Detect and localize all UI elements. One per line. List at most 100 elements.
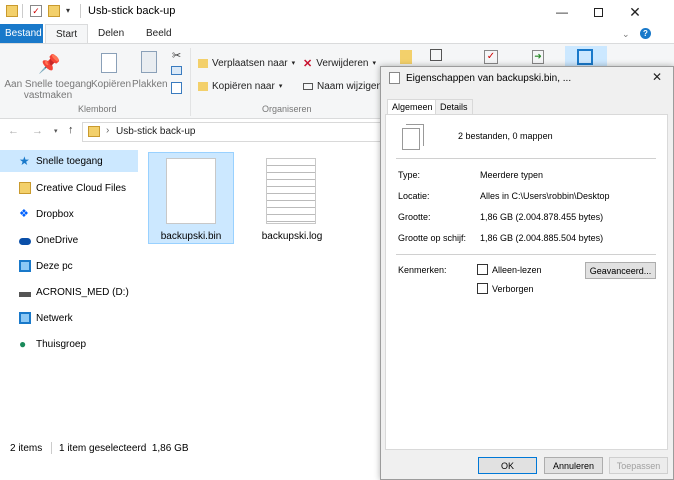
pin-icon: 📌: [38, 54, 61, 74]
sidebar-item-label: Netwerk: [36, 312, 73, 324]
sidebar-item-acronis[interactable]: ACRONIS_MED (D:): [0, 281, 138, 303]
up-icon[interactable]: ↑: [68, 124, 74, 136]
divider: [396, 158, 656, 159]
size-label: Grootte:: [398, 212, 431, 222]
paste-button[interactable]: Plakken: [132, 79, 168, 90]
files-icon: [389, 72, 400, 84]
drive-icon: [19, 291, 31, 297]
file-name: backupski.bin: [160, 231, 222, 242]
copy-button[interactable]: Kopiëren: [91, 79, 131, 90]
copy-to-button[interactable]: Kopiëren naar ▾: [198, 78, 282, 94]
sidebar-item-deze-pc[interactable]: Deze pc: [0, 255, 138, 277]
sidebar-item-label: Dropbox: [36, 208, 74, 220]
divider: [396, 254, 656, 255]
tab-beeld[interactable]: Beeld: [136, 24, 182, 44]
folder-icon: [198, 58, 208, 68]
apply-button[interactable]: Toepassen: [609, 457, 668, 474]
forward-icon[interactable]: →: [32, 125, 43, 137]
copy-path-icon[interactable]: [171, 66, 182, 75]
separator: [80, 4, 81, 18]
close-button[interactable]: ✕: [617, 0, 653, 24]
tab-start[interactable]: Start: [45, 24, 89, 44]
creative-cloud-icon: [19, 182, 31, 194]
selection-info: 1 item geselecteerd 1,86 GB: [59, 443, 189, 454]
dialog-close-icon[interactable]: ✕: [652, 70, 662, 84]
separator: [190, 48, 191, 116]
status-bar: [0, 438, 380, 460]
readonly-label: Alleen-lezen: [492, 265, 542, 275]
file-icon: [166, 158, 216, 224]
copy-icon: [101, 53, 117, 73]
sidebar-item-dropbox[interactable]: ❖ Dropbox: [0, 203, 138, 225]
delete-button[interactable]: ✕ Verwijderen ▾: [303, 55, 376, 71]
hidden-checkbox[interactable]: [477, 283, 488, 294]
help-icon[interactable]: ?: [640, 28, 651, 39]
pin-quick-access-button[interactable]: Aan Snelle toegang vastmaken: [2, 79, 94, 101]
select-all-icon: [577, 49, 593, 65]
multiple-files-icon: [402, 128, 420, 150]
disk-size-value: 1,86 GB (2.004.885.504 bytes): [480, 233, 604, 243]
maximize-button[interactable]: [580, 0, 616, 24]
new-folder-icon[interactable]: [400, 50, 412, 64]
breadcrumb[interactable]: Usb-stick back-up: [116, 126, 195, 137]
onedrive-icon: [19, 238, 31, 245]
paste-shortcut-icon[interactable]: [171, 82, 182, 94]
computer-icon: [19, 260, 31, 272]
new-folder-icon[interactable]: [48, 5, 60, 17]
separator: [22, 4, 23, 18]
move-to-button[interactable]: Verplaatsen naar ▾: [198, 55, 295, 71]
dropbox-icon: ❖: [19, 208, 29, 220]
ok-button[interactable]: OK: [478, 457, 537, 474]
folder-icon: [88, 126, 100, 137]
properties-icon[interactable]: ✓: [484, 50, 498, 64]
open-icon[interactable]: ➜: [532, 50, 544, 64]
readonly-checkbox[interactable]: [477, 264, 488, 275]
network-icon: [19, 312, 31, 324]
sidebar-item-label: Deze pc: [36, 260, 73, 272]
collapse-ribbon-icon[interactable]: ⌄: [622, 29, 630, 40]
sidebar-item-label: ACRONIS_MED (D:): [36, 286, 129, 298]
tab-bestand[interactable]: Bestand: [0, 24, 43, 44]
sidebar-item-label: OneDrive: [36, 234, 79, 246]
group-label-klembord: Klembord: [78, 104, 117, 114]
type-label: Type:: [398, 170, 421, 180]
folder-icon: [6, 5, 18, 17]
separator: [51, 442, 52, 454]
rename-icon: [303, 82, 313, 90]
sidebar-item-creative-cloud[interactable]: Creative Cloud Files: [0, 177, 138, 199]
copy-to-label: Kopiëren naar: [212, 80, 275, 92]
sidebar-item-netwerk[interactable]: Netwerk: [0, 307, 138, 329]
hidden-label: Verborgen: [492, 284, 534, 294]
sidebar-item-label: Snelle toegang: [36, 155, 103, 167]
move-to-label: Verplaatsen naar: [212, 57, 288, 69]
delete-label: Verwijderen: [316, 57, 369, 69]
cut-icon[interactable]: ✂: [172, 49, 181, 62]
back-icon[interactable]: ←: [8, 125, 19, 137]
rename-button[interactable]: Naam wijzigen: [303, 78, 382, 94]
properties-icon[interactable]: ✓: [30, 5, 42, 17]
sidebar-item-thuisgroep[interactable]: ● Thuisgroep: [0, 333, 138, 355]
cancel-button[interactable]: Annuleren: [544, 457, 603, 474]
dialog-title: Eigenschappen van backupski.bin, ...: [406, 73, 572, 84]
size-value: 1,86 GB (2.004.878.455 bytes): [480, 212, 604, 222]
minimize-button[interactable]: —: [544, 0, 580, 24]
homegroup-icon: ●: [19, 337, 27, 351]
breadcrumb-chevron-icon[interactable]: ›: [106, 125, 109, 136]
sidebar-item-onedrive[interactable]: OneDrive: [0, 229, 138, 251]
folder-icon: [198, 81, 208, 91]
group-label-organiseren: Organiseren: [262, 104, 312, 114]
new-item-icon[interactable]: [430, 49, 442, 61]
paste-icon: [141, 51, 157, 73]
tab-delen[interactable]: Delen: [88, 24, 134, 44]
recent-locations-icon[interactable]: ▾: [54, 127, 58, 135]
sidebar-item-label: Thuisgroep: [36, 338, 87, 350]
advanced-button[interactable]: Geavanceerd...: [585, 262, 656, 279]
text-file-icon: [266, 158, 316, 224]
tab-details[interactable]: Details: [435, 99, 473, 115]
dialog-panel: [385, 114, 668, 450]
customize-toolbar-icon[interactable]: ▾: [66, 6, 70, 15]
sidebar-item-snelle-toegang[interactable]: ★ Snelle toegang: [0, 150, 138, 172]
sidebar-item-label: Creative Cloud Files: [36, 182, 127, 194]
rename-label: Naam wijzigen: [317, 80, 383, 92]
item-count: 2 items: [10, 443, 43, 454]
